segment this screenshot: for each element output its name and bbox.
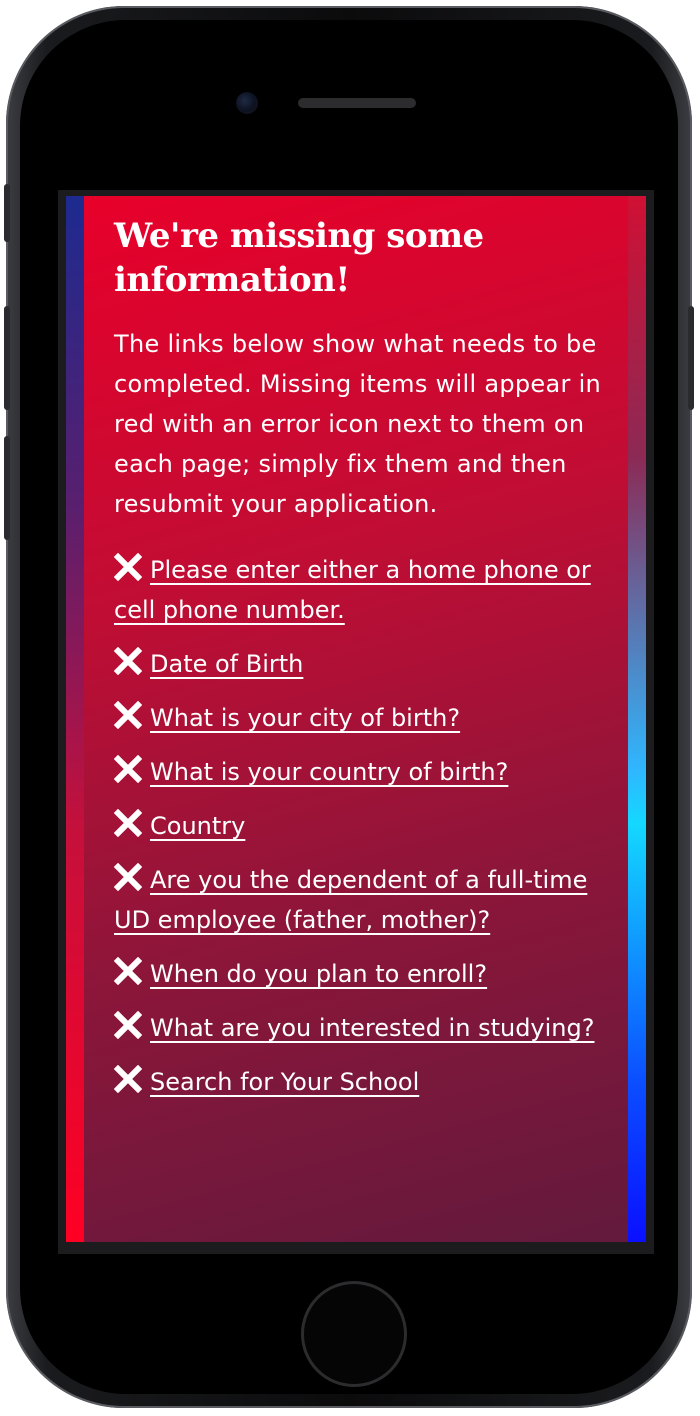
error-summary-panel: We're missing some information! The link… xyxy=(66,196,646,1242)
close-x-icon xyxy=(114,863,142,891)
power-button xyxy=(688,306,694,410)
error-summary-content: We're missing some information! The link… xyxy=(114,214,614,1116)
close-x-icon xyxy=(114,1011,142,1039)
volume-up-button xyxy=(4,306,10,410)
close-x-icon xyxy=(114,755,142,783)
missing-country-link[interactable]: Country xyxy=(150,812,245,840)
phone-frame: We're missing some information! The link… xyxy=(4,6,694,1408)
missing-items-list: Please enter either a home phone or cell… xyxy=(114,550,614,1102)
list-item: Date of Birth xyxy=(114,644,614,684)
home-button[interactable] xyxy=(304,1284,404,1384)
mute-switch xyxy=(4,184,10,242)
list-item: Please enter either a home phone or cell… xyxy=(114,550,614,630)
list-item: When do you plan to enroll? xyxy=(114,954,614,994)
list-item: What are you interested in studying? xyxy=(114,1008,614,1048)
list-item: What is your country of birth? xyxy=(114,752,614,792)
missing-date-of-birth-link[interactable]: Date of Birth xyxy=(150,650,303,678)
page-title: We're missing some information! xyxy=(114,216,484,300)
list-item: Search for Your School xyxy=(114,1062,614,1102)
list-item: Country xyxy=(114,806,614,846)
earpiece-speaker xyxy=(298,98,416,108)
left-accent-edge xyxy=(66,196,84,1242)
close-x-icon xyxy=(114,701,142,729)
close-x-icon xyxy=(114,957,142,985)
volume-down-button xyxy=(4,436,10,540)
missing-city-of-birth-link[interactable]: What is your city of birth? xyxy=(150,704,460,732)
missing-phone-link[interactable]: Please enter either a home phone or cell… xyxy=(114,556,591,624)
missing-enroll-term-link[interactable]: When do you plan to enroll? xyxy=(150,960,487,988)
missing-dependent-status-link[interactable]: Are you the dependent of a full-time UD … xyxy=(114,866,587,934)
front-camera xyxy=(236,92,258,114)
missing-school-search-link[interactable]: Search for Your School xyxy=(150,1068,419,1096)
list-item: Are you the dependent of a full-time UD … xyxy=(114,860,614,940)
intro-text: The links below show what needs to be co… xyxy=(114,330,602,518)
right-accent-edge xyxy=(628,196,646,1242)
missing-country-of-birth-link[interactable]: What is your country of birth? xyxy=(150,758,508,786)
close-x-icon xyxy=(114,647,142,675)
close-x-icon xyxy=(114,809,142,837)
list-item: What is your city of birth? xyxy=(114,698,614,738)
phone-screen: We're missing some information! The link… xyxy=(58,190,654,1254)
close-x-icon xyxy=(114,553,142,581)
close-x-icon xyxy=(114,1065,142,1093)
missing-interests-link[interactable]: What are you interested in studying? xyxy=(150,1014,594,1042)
